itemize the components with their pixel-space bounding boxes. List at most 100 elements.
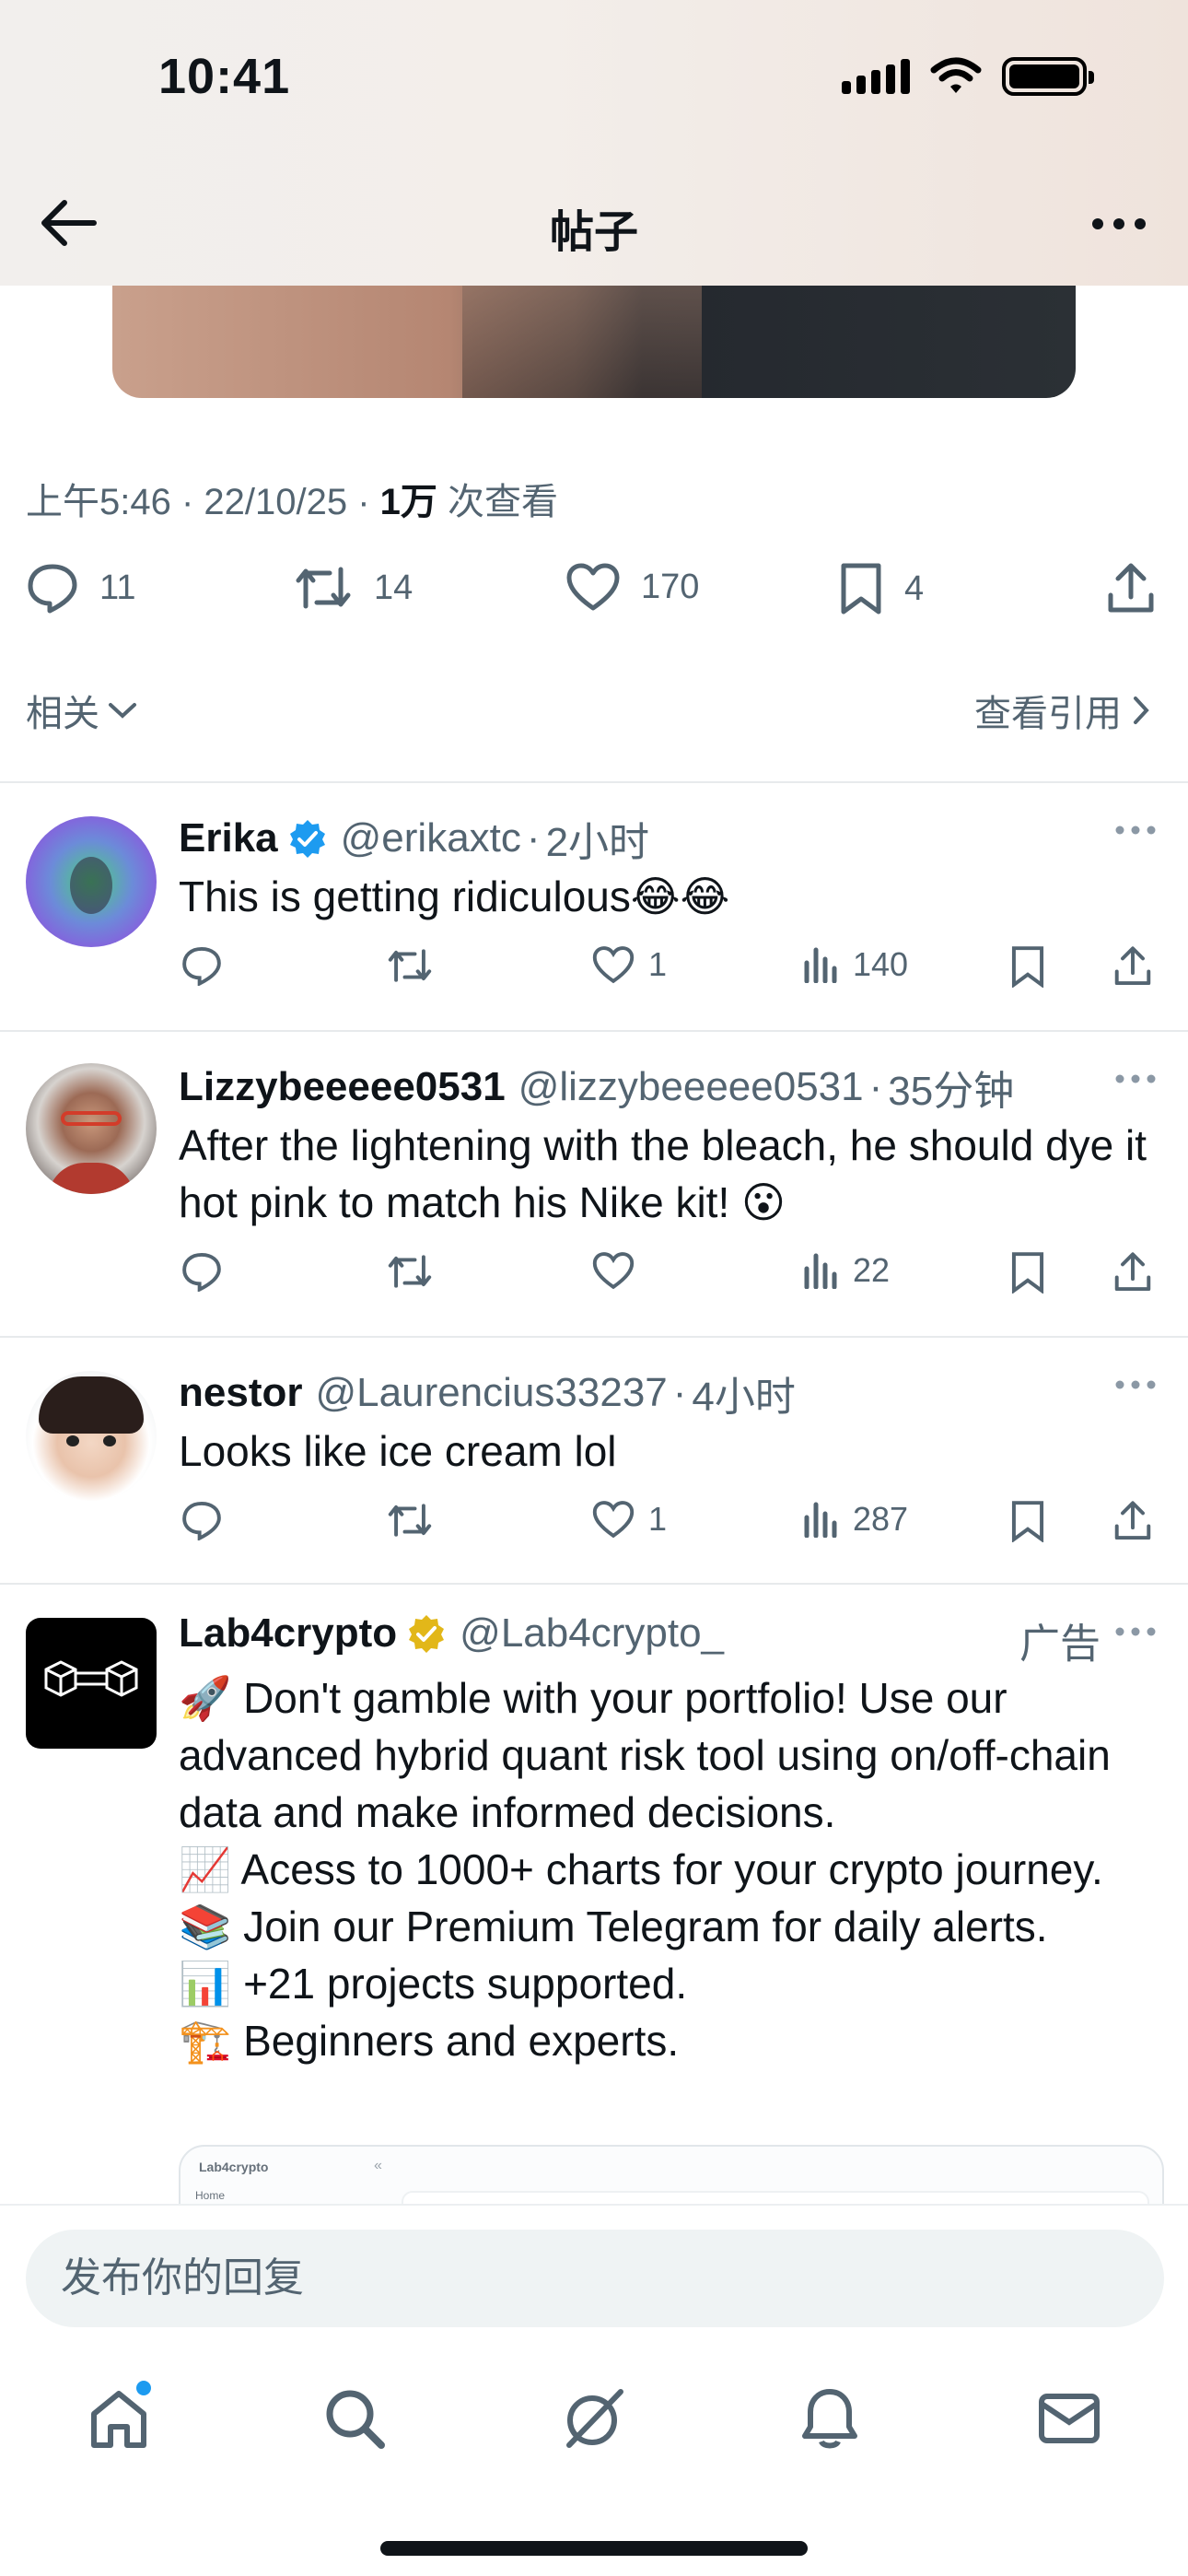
grok-icon <box>566 2389 623 2448</box>
views-button[interactable]: 140 <box>803 945 908 984</box>
share-button[interactable] <box>1105 562 1157 615</box>
tab-notifications[interactable] <box>788 2377 871 2460</box>
status-icons <box>842 57 1094 96</box>
gold-verified-badge-icon <box>409 1615 445 1653</box>
chevron-right-icon <box>1134 697 1149 724</box>
share-button[interactable] <box>1112 945 1153 988</box>
repost-count: 14 <box>374 568 413 607</box>
author-name[interactable]: Lizzybeeeee0531 <box>179 1064 506 1110</box>
promoted-post[interactable]: Lab4crypto @Lab4crypto_ 广告 🚀 Don't gambl… <box>0 1583 1188 2209</box>
quotes-label: 查看引用 <box>974 694 1122 734</box>
author-handle[interactable]: @lizzybeeeee0531 <box>518 1064 864 1110</box>
post-media-image[interactable] <box>112 276 1076 398</box>
more-options-icon[interactable] <box>1114 824 1157 837</box>
repost-icon <box>388 1255 432 1288</box>
reply-time: 4小时 <box>692 1375 796 1420</box>
heart-icon <box>592 946 635 984</box>
views-label: 次查看 <box>448 482 559 522</box>
avatar[interactable] <box>26 1371 157 1502</box>
home-indicator[interactable] <box>380 2541 808 2556</box>
reply-button[interactable] <box>181 1500 223 1540</box>
reply-body: This is getting ridiculous <box>179 872 631 920</box>
ad-label: 广告 <box>1019 1622 1101 1667</box>
tab-search[interactable] <box>313 2377 396 2460</box>
advertiser-logo[interactable] <box>26 1618 157 1749</box>
share-icon <box>1114 1501 1151 1540</box>
reply-item[interactable]: nestor @Laurencius33237 · 4小时 Looks like… <box>0 1336 1188 1585</box>
ad-line: 📊 +21 projects supported. <box>179 1959 688 2008</box>
post-meta: 上午5:46 · 22/10/25 · 1万 次查看 <box>26 482 559 522</box>
avatar[interactable] <box>26 1063 157 1194</box>
notifications-icon <box>802 2389 857 2449</box>
ad-text: 🚀 Don't gamble with your portfolio! Use … <box>179 1669 1155 2069</box>
repost-button[interactable] <box>385 945 435 986</box>
like-button[interactable]: 1 <box>591 945 667 984</box>
repost-button[interactable] <box>385 1500 435 1540</box>
reply-body: After the lightening with the bleach, he… <box>179 1121 1147 1226</box>
share-icon <box>1108 563 1154 613</box>
post-time: 上午5:46 <box>26 482 171 522</box>
author-name[interactable]: nestor <box>179 1370 302 1416</box>
more-options-icon[interactable] <box>1114 1625 1157 1638</box>
status-time: 10:41 <box>158 49 291 104</box>
more-options-icon[interactable] <box>1114 1378 1157 1391</box>
avatar[interactable] <box>26 816 157 947</box>
reply-composer[interactable] <box>26 2230 1164 2327</box>
author-handle[interactable]: @Laurencius33237 <box>315 1370 667 1416</box>
heart-icon <box>566 563 620 611</box>
bookmark-icon <box>1011 1252 1044 1294</box>
views-count: 1万 <box>379 482 437 522</box>
reply-icon <box>28 564 77 614</box>
views-button[interactable]: 287 <box>803 1500 908 1539</box>
repost-button[interactable] <box>385 1251 435 1292</box>
view-quotes-link[interactable]: 查看引用 <box>974 684 1151 737</box>
reply-input[interactable] <box>26 2230 1164 2327</box>
bookmark-button[interactable]: 4 <box>838 562 924 615</box>
bookmark-button[interactable] <box>1009 945 1046 988</box>
more-options-icon[interactable] <box>1114 1072 1157 1085</box>
advertiser-handle[interactable]: @Lab4crypto_ <box>460 1610 724 1657</box>
related-dropdown[interactable]: 相关 <box>26 684 138 737</box>
reply-text: After the lightening with the bleach, he… <box>179 1117 1155 1231</box>
tab-messages[interactable] <box>1028 2377 1111 2460</box>
views-count: 140 <box>853 945 909 983</box>
bookmark-icon <box>1011 1501 1044 1542</box>
reply-body: Looks like ice cream lol <box>179 1427 617 1475</box>
tab-bar <box>0 2377 1188 2460</box>
construction-icon: 🏗️ <box>179 2016 232 2066</box>
page-title: 帖子 <box>549 208 638 257</box>
share-button[interactable] <box>1112 1251 1153 1294</box>
reply-icon <box>182 946 221 986</box>
like-button[interactable] <box>591 1251 648 1290</box>
heart-icon <box>592 1252 635 1290</box>
like-button[interactable]: 170 <box>565 562 699 612</box>
reply-item[interactable]: Lizzybeeeee0531 @lizzybeeeee0531 · 35分钟 … <box>0 1030 1188 1336</box>
author-handle[interactable]: @erikaxtc <box>341 815 521 861</box>
share-button[interactable] <box>1112 1500 1153 1542</box>
new-content-dot <box>136 2381 151 2395</box>
related-label: 相关 <box>26 694 99 734</box>
card-nav-home: Home <box>195 2189 226 2202</box>
share-icon <box>1114 1252 1151 1292</box>
tab-home[interactable] <box>77 2377 160 2460</box>
reply-item[interactable]: Erika @erikaxtc · 2小时 This is getting ri… <box>0 781 1188 1030</box>
tab-grok[interactable] <box>553 2377 635 2460</box>
like-button[interactable]: 1 <box>591 1500 667 1539</box>
bookmark-button[interactable] <box>1009 1500 1046 1542</box>
repost-icon <box>296 567 351 609</box>
reply-button[interactable] <box>181 1251 223 1292</box>
reply-icon <box>182 1501 221 1540</box>
views-count: 22 <box>853 1251 891 1289</box>
reply-header: nestor @Laurencius33237 · 4小时 <box>179 1364 796 1423</box>
like-count: 1 <box>648 945 668 983</box>
more-options-icon[interactable] <box>1087 201 1151 247</box>
bookmark-button[interactable] <box>1009 1251 1046 1294</box>
reply-button[interactable] <box>181 945 223 986</box>
repost-button[interactable]: 14 <box>293 562 413 614</box>
reply-button[interactable]: 11 <box>26 562 135 614</box>
views-button[interactable]: 22 <box>803 1251 890 1290</box>
bookmark-icon <box>841 563 881 615</box>
author-name[interactable]: Erika <box>179 815 278 861</box>
post-stats: 11 14 170 4 <box>0 562 1188 636</box>
advertiser-name[interactable]: Lab4crypto <box>179 1610 397 1657</box>
